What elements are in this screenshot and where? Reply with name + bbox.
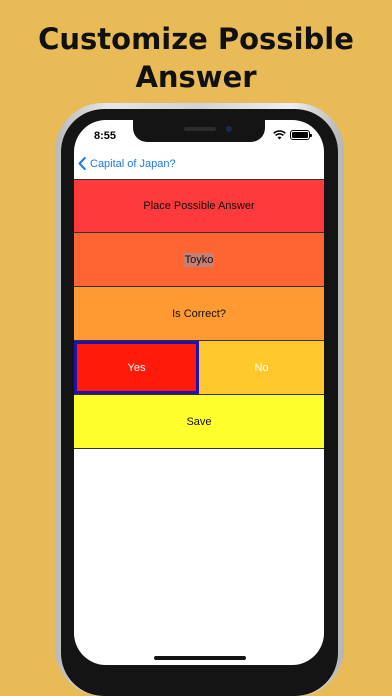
phone-screen: 8:55 Capital of Japan? Place Possible An… — [74, 120, 324, 665]
camera-icon — [226, 126, 232, 132]
speaker-icon — [184, 127, 216, 131]
no-label: No — [254, 361, 269, 374]
status-time: 8:55 — [94, 130, 117, 142]
headline-line-1: Customize Possible — [38, 22, 354, 56]
answer-row[interactable]: Toyko — [74, 233, 324, 287]
back-button[interactable]: Capital of Japan? — [78, 157, 176, 170]
yes-button[interactable]: Yes — [74, 341, 199, 394]
back-label: Capital of Japan? — [90, 157, 176, 170]
yes-label: Yes — [127, 361, 146, 374]
correct-toggle-row: Yes No — [74, 341, 324, 395]
nav-bar: Capital of Japan? — [74, 153, 324, 179]
save-label: Save — [186, 415, 212, 428]
save-button[interactable]: Save — [74, 395, 324, 449]
promo-headline: Customize Possible Answer — [0, 20, 392, 96]
no-button[interactable]: No — [199, 341, 324, 394]
wifi-icon — [273, 130, 286, 140]
place-answer-row: Place Possible Answer — [74, 179, 324, 233]
place-answer-label: Place Possible Answer — [143, 200, 255, 212]
answer-form: Place Possible Answer Toyko Is Correct? … — [74, 179, 324, 449]
is-correct-label: Is Correct? — [172, 307, 226, 320]
headline-line-2: Answer — [135, 60, 257, 94]
home-indicator[interactable] — [154, 656, 246, 660]
is-correct-row: Is Correct? — [74, 287, 324, 341]
status-icons — [273, 130, 312, 140]
notch — [133, 120, 265, 142]
battery-icon — [290, 130, 312, 140]
chevron-left-icon — [78, 157, 86, 170]
answer-text-field[interactable]: Toyko — [183, 252, 215, 267]
